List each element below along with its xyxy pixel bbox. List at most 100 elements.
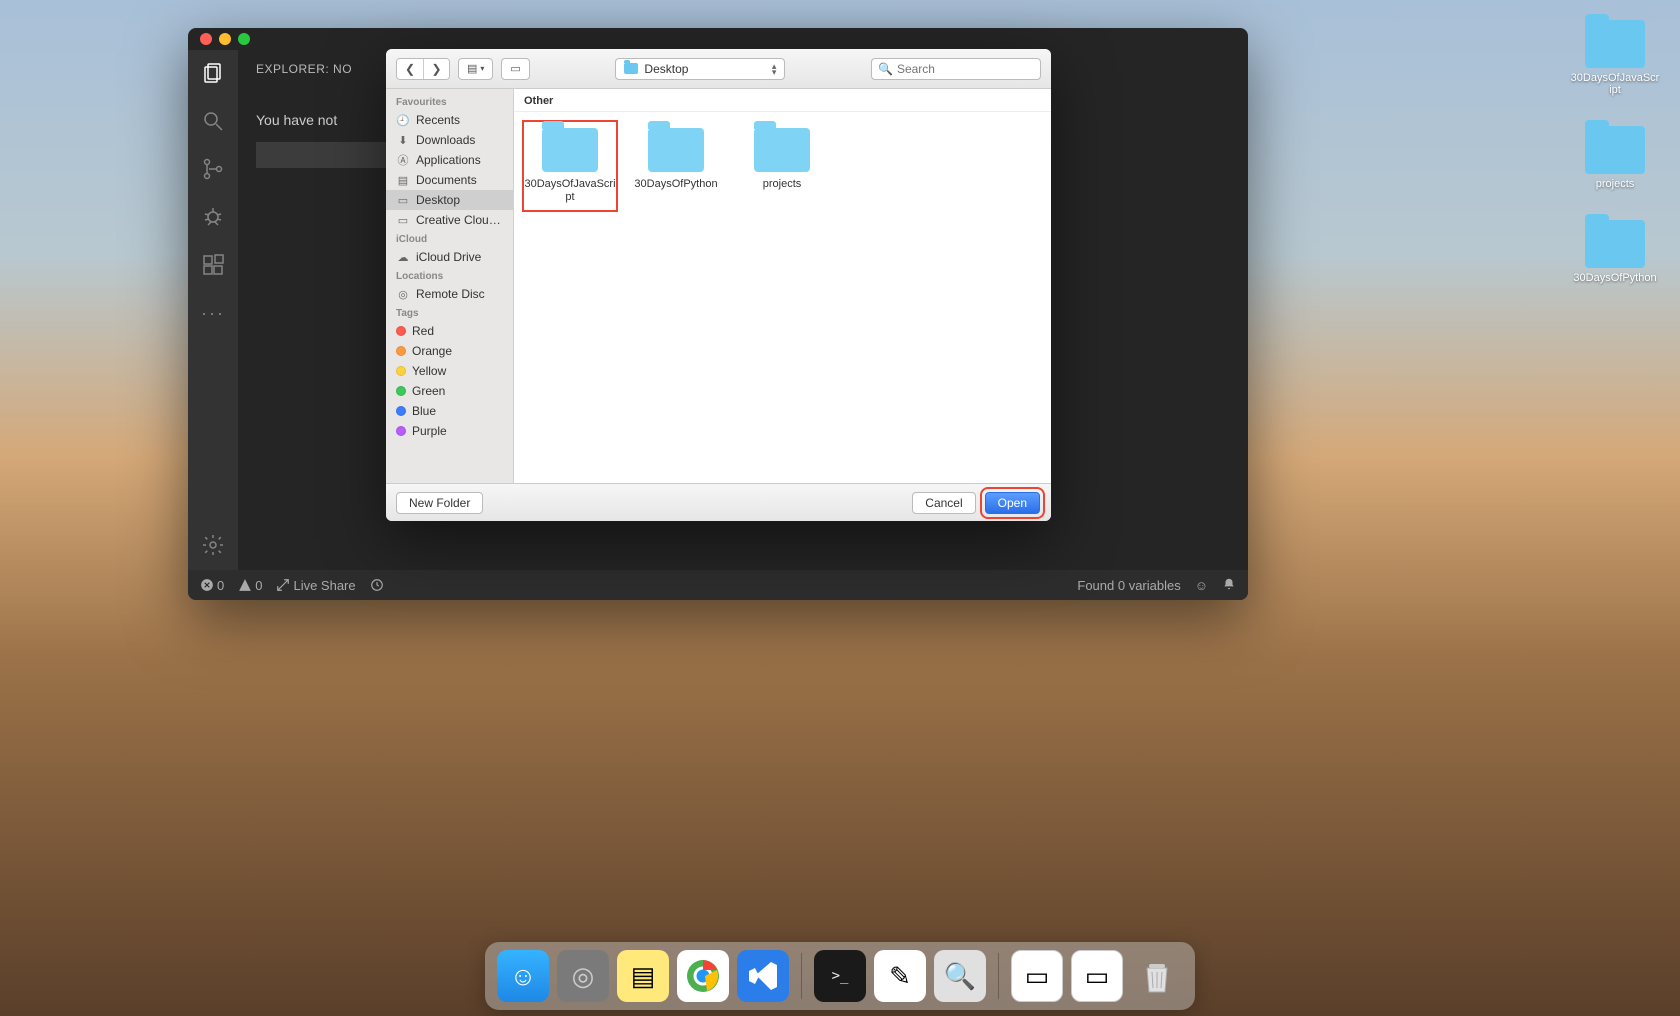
dock-item-chrome[interactable] [677,950,729,1002]
cloud-icon: ☁ [396,250,410,264]
forward-button[interactable]: ❯ [423,59,449,79]
sidebar-tag-orange[interactable]: Orange [386,341,513,361]
dock-item-notes[interactable]: ▤ [617,950,669,1002]
found-variables-label: Found 0 variables [1077,578,1180,593]
group-button[interactable]: ▭ [501,58,529,80]
desktop-icon-label: 30DaysOfPython [1573,272,1656,284]
sidebar-tag-purple[interactable]: Purple [386,421,513,441]
desktop-folder-projects[interactable]: projects [1570,126,1660,190]
search-icon: 🔍 [878,62,893,76]
new-folder-button[interactable]: New Folder [396,492,483,514]
folder-item-projects[interactable]: projects [736,122,828,197]
download-icon: ⬇ [396,133,410,147]
desktop-folder-30daysofpython[interactable]: 30DaysOfPython [1570,220,1660,284]
dock: ☺ ◎ ▤ >_ ✎ 🔍 ▭ ▭ [485,942,1195,1010]
folder-item-30daysofjavascript[interactable]: 30DaysOfJavaScript [524,122,616,210]
desktop-icon-label: 30DaysOfJavaScript [1570,72,1660,96]
sidebar-item-creative-cloud[interactable]: ▭Creative Clou… [386,210,513,230]
sidebar-item-icloud-drive[interactable]: ☁iCloud Drive [386,247,513,267]
folder-icon [648,128,704,172]
tag-dot-icon [396,426,406,436]
sidebar-item-downloads[interactable]: ⬇Downloads [386,130,513,150]
sidebar-item-documents[interactable]: ▤Documents [386,170,513,190]
icloud-heading: iCloud [386,230,513,247]
sidebar-tag-red[interactable]: Red [386,321,513,341]
notifications-icon[interactable] [1222,577,1236,594]
locations-heading: Locations [386,267,513,284]
warnings-indicator[interactable]: 0 [238,578,262,593]
folder-icon [1585,220,1645,268]
group-header: Other [514,89,1051,112]
desktop-icon-label: projects [1596,178,1635,190]
history-icon[interactable] [370,578,384,592]
dock-item-trash[interactable] [1131,950,1183,1002]
titlebar [188,28,1248,50]
dock-separator [801,953,802,999]
explorer-icon[interactable] [200,60,226,86]
finder-content: Other 30DaysOfJavaScript 30DaysOfPython … [514,89,1051,483]
apps-icon: Ⓐ [396,153,410,167]
feedback-icon[interactable]: ☺ [1195,578,1208,593]
search-icon[interactable] [200,108,226,134]
tag-dot-icon [396,366,406,376]
dock-item-finder[interactable]: ☺ [497,950,549,1002]
dock-item-vscode[interactable] [737,950,789,1002]
finder-sidebar: Favourites 🕘Recents ⬇Downloads ⒶApplicat… [386,89,514,483]
more-actions-icon[interactable]: ··· [200,300,226,326]
document-icon: ▤ [396,173,410,187]
location-dropdown[interactable]: Desktop ▴▾ [615,58,785,80]
tag-dot-icon [396,346,406,356]
dock-item-textedit[interactable]: ✎ [874,950,926,1002]
back-button[interactable]: ❮ [397,59,423,79]
sidebar-tag-blue[interactable]: Blue [386,401,513,421]
settings-icon[interactable] [200,532,226,558]
open-button[interactable]: Open [985,492,1040,514]
folder-item-label: projects [763,178,802,191]
tag-dot-icon [396,386,406,396]
view-options-button[interactable]: ▤ ▾ [458,58,493,80]
folder-item-label: 30DaysOfPython [634,178,717,191]
errors-indicator[interactable]: 0 [200,578,224,593]
live-share-button[interactable]: Live Share [276,578,355,593]
tag-dot-icon [396,326,406,336]
folder-icon [624,63,638,74]
folder-icon [542,128,598,172]
zoom-window-button[interactable] [238,33,250,45]
sidebar-item-remote-disc[interactable]: ◎Remote Disc [386,284,513,304]
sidebar-tag-green[interactable]: Green [386,381,513,401]
clock-icon: 🕘 [396,113,410,127]
sidebar-item-desktop[interactable]: ▭Desktop [386,190,513,210]
finder-toolbar: ❮ ❯ ▤ ▾ ▭ Desktop ▴▾ 🔍 [386,49,1051,89]
folder-icon [1585,20,1645,68]
cancel-button[interactable]: Cancel [912,492,975,514]
dock-item-preview[interactable]: 🔍 [934,950,986,1002]
debug-icon[interactable] [200,204,226,230]
folder-icon [754,128,810,172]
tags-heading: Tags [386,304,513,321]
desktop-folder-30daysofjavascript[interactable]: 30DaysOfJavaScript [1570,20,1660,96]
finder-open-dialog: ❮ ❯ ▤ ▾ ▭ Desktop ▴▾ 🔍 Favourites 🕘Recen… [386,49,1051,521]
folder-item-label: 30DaysOfJavaScript [524,178,616,204]
dock-item-terminal[interactable]: >_ [814,950,866,1002]
source-control-icon[interactable] [200,156,226,182]
folder-item-30daysofpython[interactable]: 30DaysOfPython [630,122,722,197]
desktop-icon: ▭ [396,193,410,207]
search-input[interactable] [897,62,1051,76]
extensions-icon[interactable] [200,252,226,278]
open-button-highlight: Open [984,491,1041,515]
dock-item-window-1[interactable]: ▭ [1011,950,1063,1002]
dock-item-window-2[interactable]: ▭ [1071,950,1123,1002]
sidebar-item-recents[interactable]: 🕘Recents [386,110,513,130]
chevron-updown-icon: ▴▾ [772,63,777,75]
status-bar: 0 0 Live Share Found 0 variables ☺ [188,570,1248,600]
sidebar-item-applications[interactable]: ⒶApplications [386,150,513,170]
close-window-button[interactable] [200,33,212,45]
folder-icon: ▭ [396,213,410,227]
sidebar-tag-yellow[interactable]: Yellow [386,361,513,381]
minimize-window-button[interactable] [219,33,231,45]
disc-icon: ◎ [396,287,410,301]
nav-back-forward: ❮ ❯ [396,58,450,80]
dock-item-launchpad[interactable]: ◎ [557,950,609,1002]
search-field[interactable]: 🔍 [871,58,1041,80]
favourites-heading: Favourites [386,93,513,110]
